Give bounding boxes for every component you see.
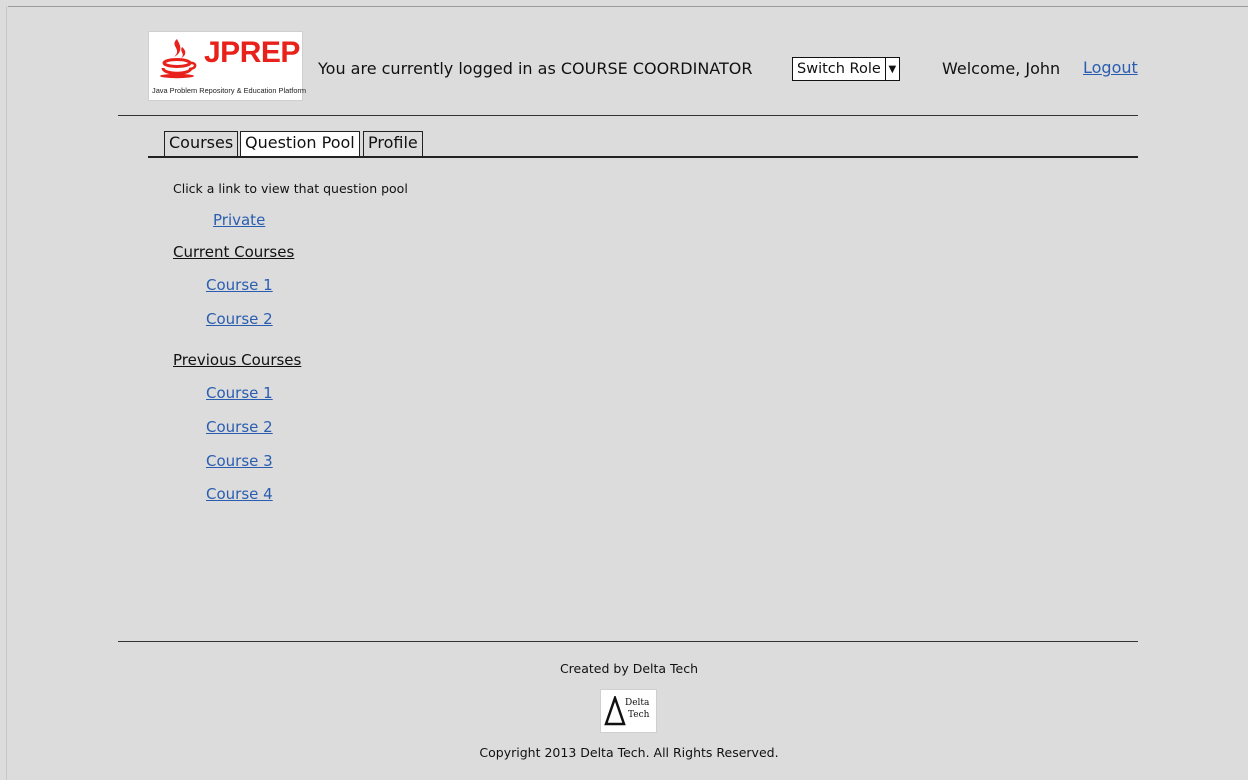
login-status: You are currently logged in as COURSE CO… — [318, 59, 753, 78]
previous-course-1-link[interactable]: Course 1 — [206, 384, 273, 402]
tab-question-pool[interactable]: Question Pool — [240, 131, 360, 158]
tab-profile[interactable]: Profile — [363, 131, 423, 156]
logout-link[interactable]: Logout — [1083, 58, 1138, 77]
delta-tech-logo: Delta Tech — [600, 689, 657, 733]
switch-role-label: Switch Role — [797, 61, 881, 77]
current-course-2-link[interactable]: Course 2 — [206, 310, 273, 328]
current-courses-heading: Current Courses — [173, 243, 295, 261]
tab-courses[interactable]: Courses — [164, 131, 239, 156]
delta-icon — [604, 696, 626, 726]
flame-cup-icon — [160, 39, 197, 79]
jprep-logo[interactable]: JPREP Java Problem Repository & Educatio… — [148, 31, 307, 101]
welcome-message: Welcome, John — [942, 59, 1061, 78]
switch-role-dropdown[interactable]: Switch Role ▼ — [792, 57, 900, 81]
private-pool-link[interactable]: Private — [213, 211, 265, 229]
logo-subtitle: Java Problem Repository & Education Plat… — [152, 86, 307, 95]
previous-course-4-link[interactable]: Course 4 — [206, 485, 273, 503]
top-border — [8, 6, 1248, 7]
copyright-text: Copyright 2013 Delta Tech. All Rights Re… — [479, 745, 779, 760]
previous-course-3-link[interactable]: Course 3 — [206, 452, 273, 470]
delta-logo-word: Delta — [625, 698, 650, 708]
header-divider — [118, 115, 1138, 116]
previous-courses-heading: Previous Courses — [173, 351, 302, 369]
tech-logo-word: Tech — [628, 710, 650, 720]
footer-divider — [118, 641, 1138, 642]
tab-bar-divider — [148, 156, 1138, 158]
created-by-text: Created by Delta Tech — [559, 661, 699, 676]
instructions-text: Click a link to view that question pool — [173, 181, 408, 196]
logo-title: JPREP — [204, 36, 300, 69]
previous-course-2-link[interactable]: Course 2 — [206, 418, 273, 436]
current-course-1-link[interactable]: Course 1 — [206, 276, 273, 294]
chevron-down-icon[interactable]: ▼ — [884, 58, 899, 80]
